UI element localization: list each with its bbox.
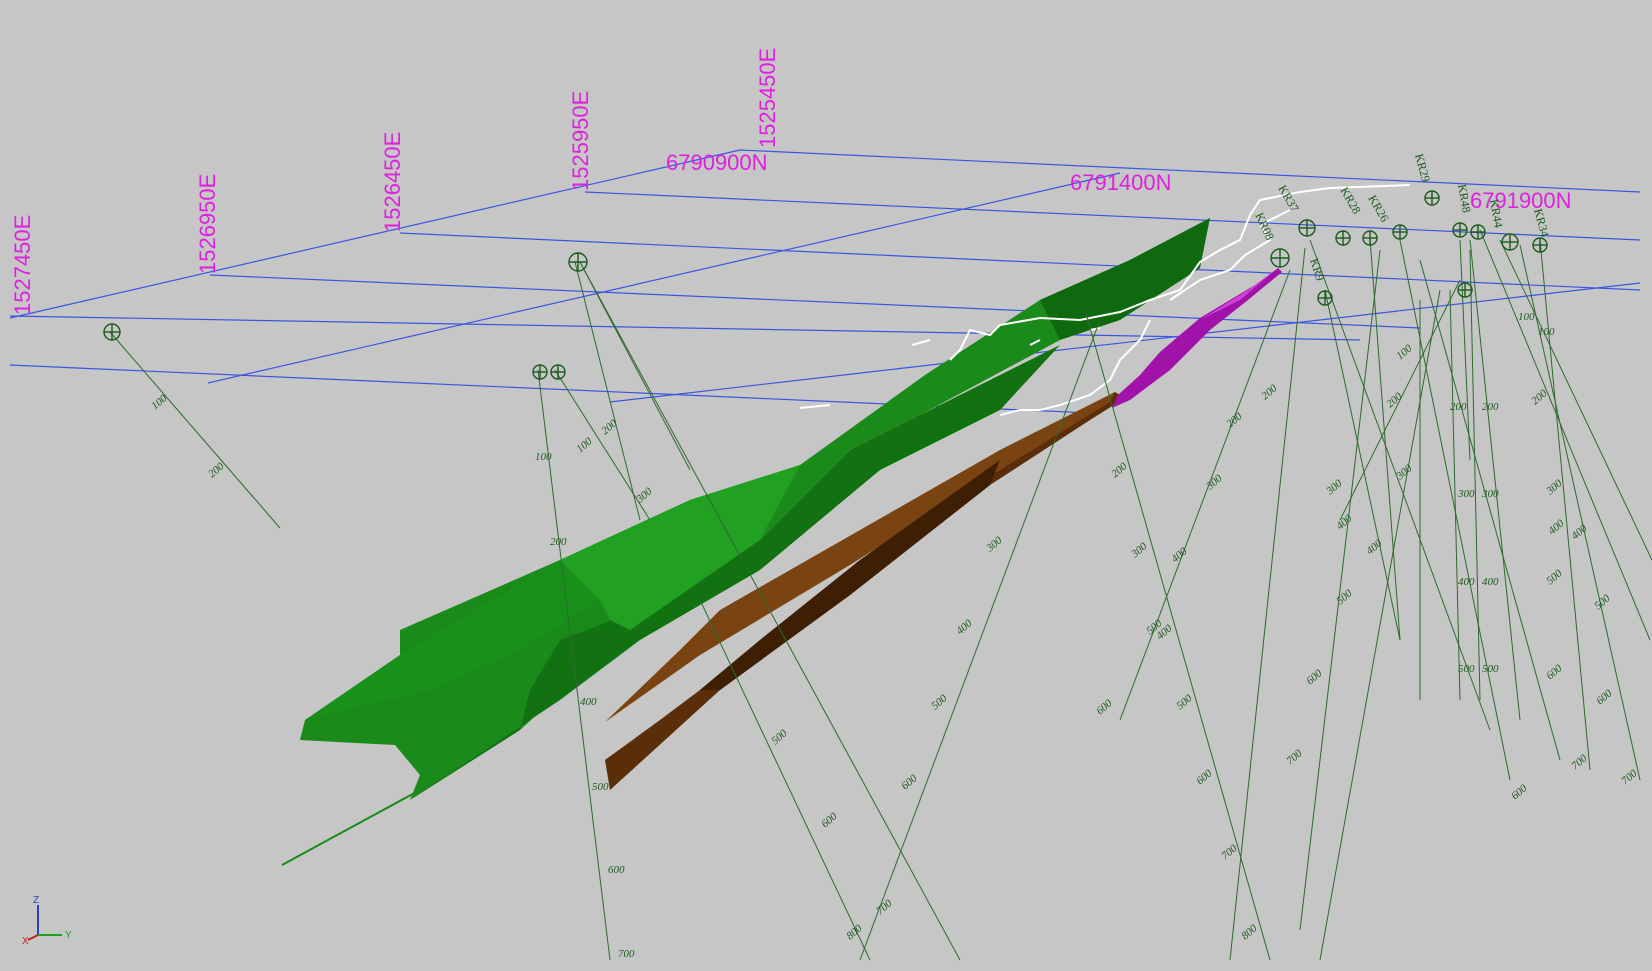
scene-svg: 1527450E 1526950E 1526450E 1525950E 1525… <box>9 48 1652 961</box>
depth-label: 300 <box>983 534 1005 555</box>
depth-label: 600 <box>899 772 920 792</box>
depth-label: 600 <box>819 810 840 830</box>
depth-label: 500 <box>1458 663 1475 675</box>
depth-label: 600 <box>1544 662 1565 682</box>
depth-label: 300 <box>1323 477 1345 498</box>
depth-label: 400 <box>580 696 597 708</box>
depth-label: 500 <box>769 727 790 747</box>
depth-label: 700 <box>1569 752 1590 772</box>
depth-label: 600 <box>1509 782 1530 802</box>
hole-label: KR9 <box>1307 257 1327 283</box>
northing-label: 6790900N <box>666 150 768 175</box>
hole-name-labels: KR37 KR29 KR26 KR48 KR34 KR28 KR9 KR08 K… <box>1252 152 1552 282</box>
easting-label: 1525450E <box>755 48 780 148</box>
depth-label: 700 <box>1284 747 1305 767</box>
northing-label: 6791400N <box>1070 170 1172 195</box>
depth-label: 200 <box>1482 401 1499 413</box>
depth-label: 600 <box>1594 687 1615 707</box>
depth-label: 200 <box>1259 382 1280 402</box>
depth-label: 100 <box>1518 311 1535 323</box>
depth-label: 100 <box>149 392 170 412</box>
depth-label: 300 <box>1457 488 1475 500</box>
easting-label: 1526950E <box>195 174 220 274</box>
depth-label: 700 <box>618 948 635 960</box>
depth-label: 700 <box>1619 767 1640 787</box>
depth-label: 100 <box>1394 342 1415 362</box>
easting-labels: 1527450E 1526950E 1526450E 1525950E 1525… <box>10 48 780 315</box>
depth-label: 200 <box>550 536 567 548</box>
northing-label: 6791900N <box>1470 188 1572 213</box>
depth-label: 300 <box>1481 488 1499 500</box>
depth-label: 500 <box>1482 663 1499 675</box>
depth-label: 500 <box>1544 567 1565 587</box>
depth-label: 400 <box>1458 576 1475 588</box>
hole-label: KR08 <box>1252 210 1277 242</box>
depth-label: 200 <box>1224 410 1245 430</box>
grid-line <box>9 149 741 319</box>
depth-label: 500 <box>929 692 950 712</box>
easting-label: 1525950E <box>568 91 593 191</box>
depth-label: 600 <box>1304 667 1325 687</box>
easting-label: 1526450E <box>380 132 405 232</box>
depth-label: 500 <box>1592 592 1613 612</box>
easting-label: 1527450E <box>10 215 35 315</box>
drillholes[interactable] <box>109 229 1652 961</box>
depth-label: 300 <box>1393 462 1415 483</box>
depth-label: 400 <box>1569 522 1590 542</box>
orientation-triad: Z Y X <box>22 895 72 947</box>
depth-label: 100 <box>574 435 595 455</box>
depth-label: 600 <box>608 864 625 876</box>
depth-label: 300 <box>1128 540 1150 561</box>
depth-label: 400 <box>1169 545 1190 565</box>
depth-label: 200 <box>1109 460 1130 480</box>
depth-label: 600 <box>1194 767 1215 787</box>
green-ore-body[interactable] <box>281 218 1210 866</box>
depth-label: 500 <box>1174 692 1195 712</box>
depth-label: 200 <box>1384 390 1405 410</box>
depth-label: 600 <box>1094 697 1115 717</box>
depth-label: 500 <box>1334 587 1355 607</box>
3d-viewport[interactable]: 1527450E 1526950E 1526450E 1525950E 1525… <box>0 0 1652 971</box>
z-axis-label: Z <box>33 895 39 906</box>
grid-line <box>9 315 1361 341</box>
depth-label: 800 <box>844 922 865 942</box>
depth-label: 100 <box>1538 326 1555 338</box>
depth-label: 400 <box>1546 517 1567 537</box>
depth-label: 400 <box>954 617 975 637</box>
hole-label: KR29 <box>1412 152 1433 183</box>
depth-label: 800 <box>1239 922 1260 942</box>
depth-label: 300 <box>1543 477 1565 498</box>
depth-label: 100 <box>535 451 552 463</box>
grid-line <box>739 149 1641 193</box>
x-axis-label: X <box>22 936 29 947</box>
depth-label: 200 <box>599 417 620 437</box>
y-axis-label: Y <box>65 930 72 941</box>
depth-label: 200 <box>1450 401 1467 413</box>
hole-label: KR26 <box>1365 193 1391 225</box>
coordinate-grid <box>9 149 1641 414</box>
depth-label: 400 <box>1334 512 1355 532</box>
depth-label: 500 <box>592 781 609 793</box>
depth-label: 400 <box>1482 576 1499 588</box>
drillhole-collars[interactable] <box>103 190 1548 380</box>
hole-label: KR28 <box>1337 185 1363 217</box>
depth-label: 300 <box>633 485 655 506</box>
hole-label: KR37 <box>1275 183 1301 215</box>
